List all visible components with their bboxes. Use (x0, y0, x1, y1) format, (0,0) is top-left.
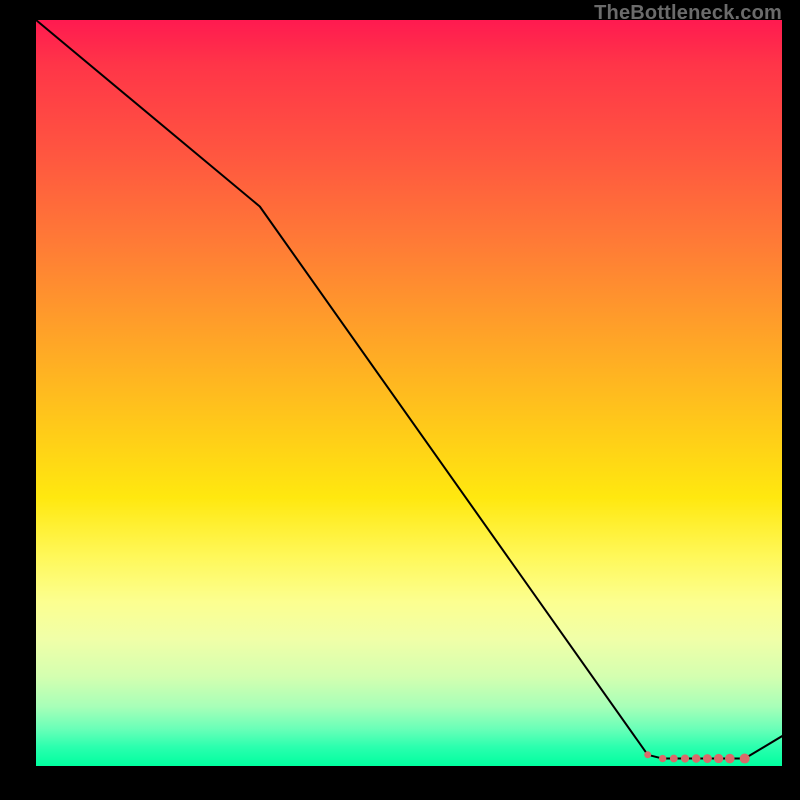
chart-marker (692, 754, 701, 763)
chart-marker (740, 754, 750, 764)
chart-marker (644, 751, 651, 758)
chart-marker (725, 754, 735, 764)
watermark-text: TheBottleneck.com (594, 2, 782, 25)
chart-marker (681, 754, 689, 762)
chart-marker (670, 755, 678, 763)
chart-marker (714, 754, 723, 763)
chart-marker (703, 754, 712, 763)
chart-line (36, 20, 782, 759)
chart-canvas: TheBottleneck.com (0, 0, 800, 800)
chart-marker (659, 755, 666, 762)
plot-area (36, 20, 782, 766)
line-chart-svg (36, 20, 782, 766)
